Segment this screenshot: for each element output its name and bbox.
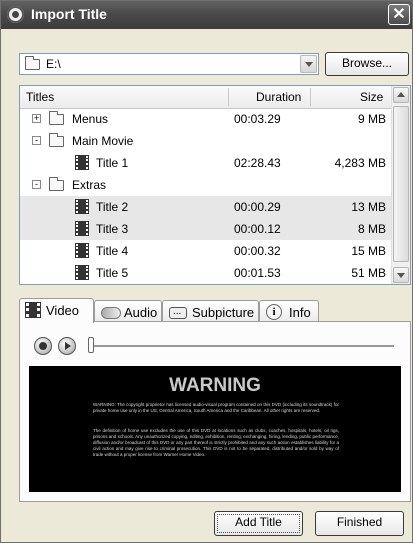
title-row[interactable]: Title 1 02:28.43 4,283 MB bbox=[20, 152, 392, 174]
audio-icon bbox=[101, 307, 121, 319]
expand-icon[interactable]: + bbox=[32, 114, 41, 123]
tab-subpicture-label: Subpicture bbox=[192, 305, 255, 320]
title-row[interactable]: Title 5 00:01.53 51 MB bbox=[20, 262, 392, 284]
row-duration: 02:28.43 bbox=[234, 156, 281, 170]
video-panel: WARNING WARNING: The copyright proprieto… bbox=[19, 321, 411, 502]
row-label: Title 4 bbox=[96, 244, 129, 258]
column-duration[interactable]: Duration bbox=[256, 90, 301, 104]
chevron-down-icon[interactable] bbox=[300, 55, 317, 73]
warning-paragraph-1: WARNING: The copyright proprietor has li… bbox=[93, 402, 339, 413]
folder-icon bbox=[25, 56, 40, 70]
import-title-dialog: Import Title ✕ E:\ Browse... Titles Dura… bbox=[0, 0, 413, 543]
title-bar: Import Title ✕ bbox=[1, 1, 412, 29]
row-duration: 00:03.29 bbox=[234, 112, 281, 126]
scroll-down-icon[interactable] bbox=[393, 267, 409, 283]
collapse-icon[interactable]: - bbox=[32, 136, 41, 145]
close-button[interactable]: ✕ bbox=[388, 4, 410, 25]
title-row[interactable]: Title 3 00:00.12 8 MB bbox=[20, 218, 392, 240]
column-separator bbox=[228, 88, 229, 106]
row-label: Menus bbox=[72, 112, 109, 126]
column-size[interactable]: Size bbox=[360, 90, 383, 104]
scroll-thumb[interactable] bbox=[393, 106, 409, 262]
film-icon bbox=[75, 265, 89, 280]
window-title: Import Title bbox=[31, 6, 107, 22]
film-icon bbox=[25, 302, 41, 318]
folder-row[interactable]: - Main Movie bbox=[20, 130, 392, 152]
tab-info-label: Info bbox=[289, 305, 311, 320]
folder-row[interactable]: - Extras bbox=[20, 174, 392, 196]
row-label: Extras bbox=[72, 178, 107, 192]
column-titles[interactable]: Titles bbox=[26, 90, 54, 104]
subpicture-icon bbox=[169, 302, 187, 322]
video-preview: WARNING WARNING: The copyright proprieto… bbox=[29, 366, 401, 492]
warning-paragraph-2: The definition of home use excludes the … bbox=[93, 428, 339, 457]
collapse-icon[interactable]: - bbox=[32, 180, 41, 189]
row-size: 9 MB bbox=[357, 112, 386, 126]
film-icon bbox=[75, 155, 89, 170]
row-size: 8 MB bbox=[357, 222, 386, 236]
scroll-up-icon[interactable] bbox=[393, 87, 409, 103]
seek-track[interactable] bbox=[92, 345, 394, 347]
play-button[interactable] bbox=[58, 337, 76, 355]
row-size: 51 MB bbox=[351, 266, 386, 280]
path-value: E:\ bbox=[46, 57, 61, 71]
row-duration: 00:00.32 bbox=[234, 244, 281, 258]
row-size: 15 MB bbox=[351, 244, 386, 258]
row-size: 13 MB bbox=[351, 200, 386, 214]
tab-audio-label: Audio bbox=[124, 305, 158, 320]
disc-icon bbox=[7, 6, 24, 23]
film-icon bbox=[75, 199, 89, 214]
tab-subpicture[interactable]: Subpicture bbox=[162, 300, 259, 322]
row-label: Title 1 bbox=[96, 156, 129, 170]
finished-button[interactable]: Finished bbox=[315, 511, 404, 536]
seek-slider-handle[interactable] bbox=[88, 337, 94, 353]
row-label: Main Movie bbox=[72, 134, 134, 148]
tab-audio[interactable]: Audio bbox=[94, 300, 162, 321]
path-combobox[interactable]: E:\ bbox=[19, 53, 319, 75]
folder-icon bbox=[49, 111, 64, 125]
browse-button[interactable]: Browse... bbox=[325, 52, 409, 76]
titles-list: Titles Duration Size + Menus 00:03.29 9 MB -… bbox=[19, 85, 411, 285]
folder-icon bbox=[49, 133, 64, 147]
preview-tabs: Video Audio Subpicture i Info bbox=[19, 298, 411, 323]
film-icon bbox=[75, 221, 89, 236]
vertical-scrollbar[interactable] bbox=[391, 86, 410, 284]
row-label: Title 5 bbox=[96, 266, 129, 280]
warning-title: WARNING bbox=[169, 375, 261, 396]
tab-video-label: Video bbox=[46, 303, 80, 318]
row-label: Title 3 bbox=[96, 222, 129, 236]
folder-row[interactable]: + Menus 00:03.29 9 MB bbox=[20, 108, 392, 130]
row-size: 4,283 MB bbox=[334, 156, 386, 170]
row-duration: 00:01.53 bbox=[234, 266, 281, 280]
film-icon bbox=[75, 243, 89, 258]
row-duration: 00:00.29 bbox=[234, 200, 281, 214]
tab-video[interactable]: Video bbox=[19, 298, 94, 323]
row-label: Title 2 bbox=[96, 200, 129, 214]
stop-button[interactable] bbox=[34, 337, 52, 355]
row-duration: 00:00.12 bbox=[234, 222, 281, 236]
title-row[interactable]: Title 4 00:00.32 15 MB bbox=[20, 240, 392, 262]
info-icon: i bbox=[266, 304, 282, 320]
title-row[interactable]: Title 2 00:00.29 13 MB bbox=[20, 196, 392, 218]
folder-icon bbox=[49, 177, 64, 191]
tab-info[interactable]: i Info bbox=[259, 300, 319, 321]
close-icon: ✕ bbox=[392, 6, 406, 23]
list-header: Titles Duration Size bbox=[20, 86, 392, 109]
column-separator bbox=[310, 88, 311, 106]
add-title-button[interactable]: Add Title bbox=[214, 511, 303, 536]
